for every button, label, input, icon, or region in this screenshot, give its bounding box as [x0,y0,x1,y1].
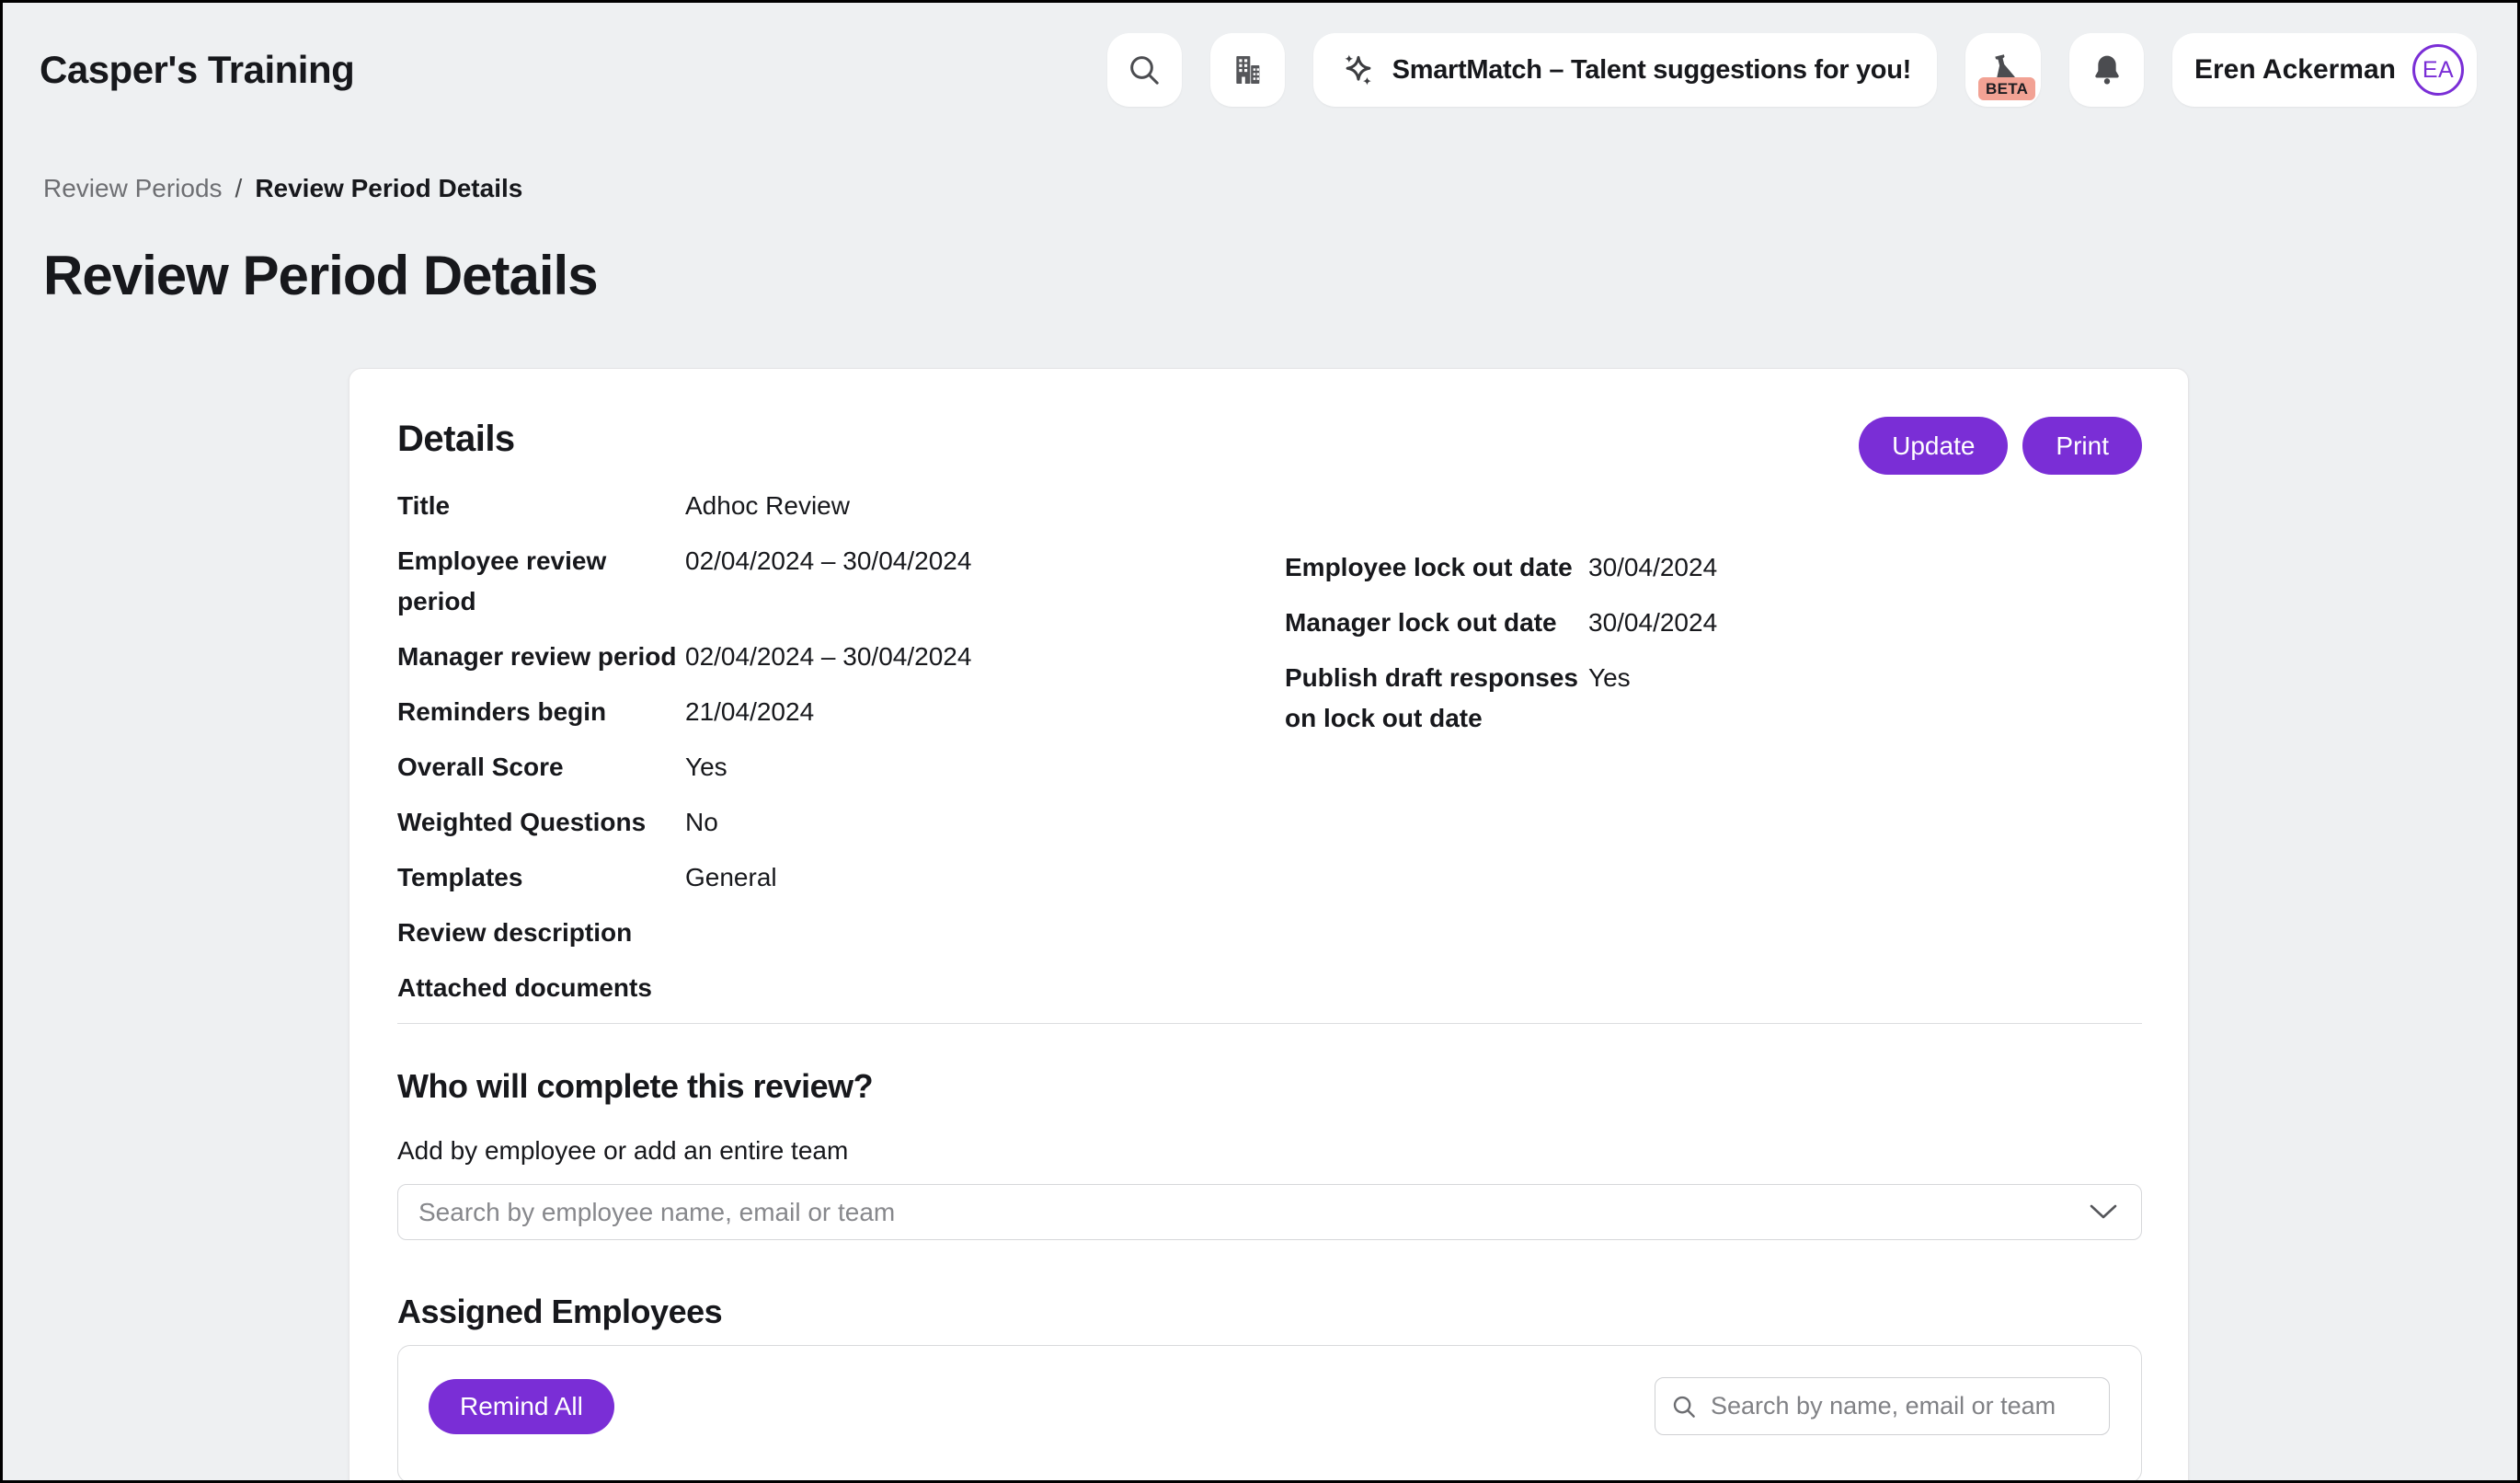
detail-row-publish-draft-responses: Publish draft responses on lock out date… [1285,658,2142,739]
assigned-employees-card: Remind All [397,1345,2142,1483]
employee-team-search-input[interactable] [397,1184,2142,1240]
details-fields: Title Adhoc Review Employee review perio… [397,486,2142,1023]
topbar-actions: SmartMatch – Talent suggestions for you!… [1107,33,2477,107]
breadcrumb-current: Review Period Details [255,174,522,203]
details-card-header: Details Update Print [397,417,2142,475]
assigned-search-input[interactable] [1709,1391,2094,1421]
update-button[interactable]: Update [1859,417,2008,475]
employee-team-select [397,1184,2142,1240]
section-divider [397,1023,2142,1024]
bell-icon [2089,52,2125,88]
topbar: Casper's Training [40,33,2477,107]
app-title: Casper's Training [40,48,354,92]
who-heading: Who will complete this review? [397,1066,2142,1107]
detail-row-manager-lock-out-date: Manager lock out date 30/04/2024 [1285,603,2142,643]
avatar: EA [2412,44,2464,96]
details-card: Details Update Print Title Adhoc Review … [349,368,2189,1483]
assigned-employees-toolbar: Remind All [398,1346,2141,1435]
detail-row-reminders-begin: Reminders begin 21/04/2024 [397,692,1285,732]
smartmatch-label: SmartMatch – Talent suggestions for you! [1392,55,1911,86]
user-name: Eren Ackerman [2194,54,2396,86]
sparkles-icon [1339,51,1378,89]
smartmatch-button[interactable]: SmartMatch – Talent suggestions for you! [1313,33,1937,107]
building-icon [1229,52,1266,88]
detail-row-employee-lock-out-date: Employee lock out date 30/04/2024 [1285,547,2142,588]
details-heading: Details [397,417,515,461]
assigned-search-box [1655,1377,2110,1435]
breadcrumb: Review Periods / Review Period Details [43,174,522,203]
search-button[interactable] [1107,33,1182,107]
app-window: Casper's Training [0,0,2520,1483]
search-icon-small [1670,1393,1698,1420]
page-title: Review Period Details [43,244,598,308]
beta-flask-button[interactable]: BETA [1965,33,2041,107]
detail-row-weighted-questions: Weighted Questions No [397,802,1285,843]
details-actions: Update Print [1859,417,2142,475]
detail-row-overall-score: Overall Score Yes [397,747,1285,787]
detail-row-title: Title Adhoc Review [397,486,1285,526]
search-icon [1126,52,1163,88]
who-subtext: Add by employee or add an entire team [397,1131,2142,1171]
detail-row-manager-review-period: Manager review period 02/04/2024 – 30/04… [397,637,1285,677]
remind-all-button[interactable]: Remind All [429,1379,614,1434]
breadcrumb-review-periods[interactable]: Review Periods [43,174,223,203]
details-left-column: Title Adhoc Review Employee review perio… [397,486,1285,1023]
assigned-employees-heading: Assigned Employees [397,1292,2142,1332]
user-menu[interactable]: Eren Ackerman EA [2172,33,2477,107]
details-right-column: Employee lock out date 30/04/2024 Manage… [1285,486,2142,1023]
detail-row-attached-documents: Attached documents [397,968,1285,1008]
detail-row-templates: Templates General [397,857,1285,898]
notifications-button[interactable] [2069,33,2144,107]
detail-row-review-description: Review description [397,913,1285,953]
beta-badge: BETA [1978,77,2035,100]
breadcrumb-separator: / [235,174,243,203]
organisation-button[interactable] [1210,33,1285,107]
detail-row-employee-review-period: Employee review period 02/04/2024 – 30/0… [397,541,1285,622]
print-button[interactable]: Print [2022,417,2142,475]
